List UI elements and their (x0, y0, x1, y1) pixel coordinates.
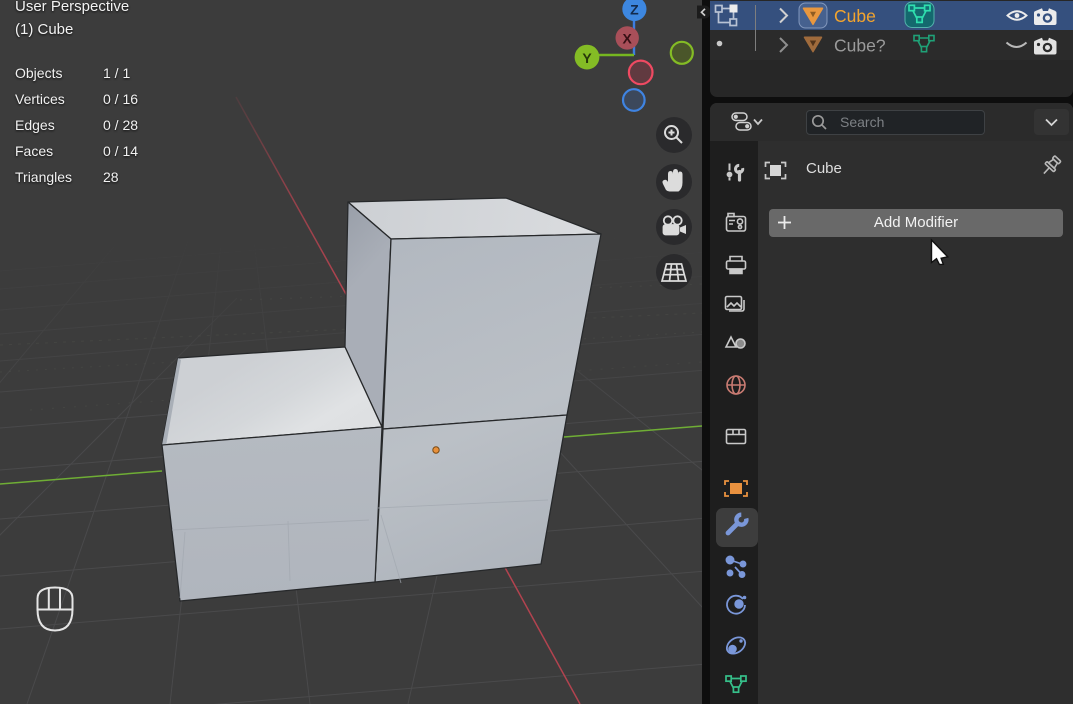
svg-text:X: X (623, 31, 633, 47)
svg-text:Cube: Cube (834, 6, 876, 26)
svg-text:Y: Y (582, 50, 592, 66)
svg-text:Z: Z (630, 2, 639, 18)
svg-text:Cube?: Cube? (834, 36, 886, 56)
